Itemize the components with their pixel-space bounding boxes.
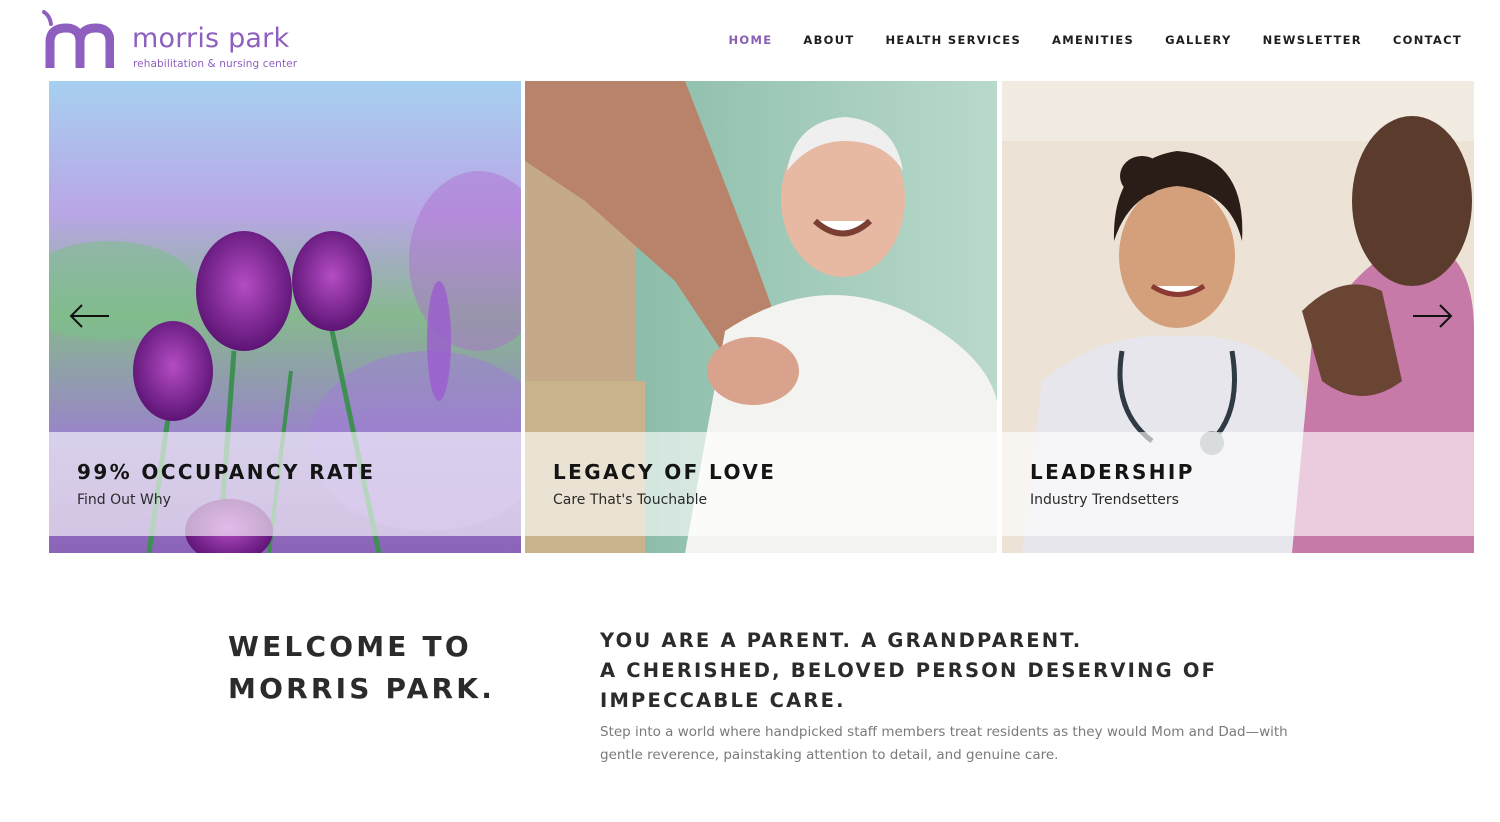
site-header: morris park rehabilitation & nursing cen… xyxy=(0,0,1500,80)
slide-leadership[interactable]: LEADERSHIP Industry Trendsetters xyxy=(1002,81,1474,553)
brand-name: morris park xyxy=(132,23,290,54)
nav-about[interactable]: ABOUT xyxy=(803,30,854,50)
tagline-line: IMPECCABLE CARE. xyxy=(600,689,846,712)
welcome-body: Step into a world where handpicked staff… xyxy=(600,724,1288,763)
nav-newsletter[interactable]: NEWSLETTER xyxy=(1263,30,1362,50)
arrow-left-icon[interactable] xyxy=(69,303,113,329)
slide-caption: LEGACY OF LOVE Care That's Touchable xyxy=(525,432,997,536)
slide-occupancy[interactable]: 99% OCCUPANCY RATE Find Out Why xyxy=(49,81,521,553)
slide-legacy[interactable]: LEGACY OF LOVE Care That's Touchable xyxy=(525,81,997,553)
nav-home[interactable]: HOME xyxy=(728,30,772,50)
slide-subtitle[interactable]: Industry Trendsetters xyxy=(1030,492,1179,508)
slide-title: 99% OCCUPANCY RATE xyxy=(77,460,376,484)
arrow-right-icon[interactable] xyxy=(1411,303,1455,329)
slide-caption: LEADERSHIP Industry Trendsetters xyxy=(1002,432,1474,536)
nav-amenities[interactable]: AMENITIES xyxy=(1052,30,1134,50)
tagline-line: YOU ARE A PARENT. A GRANDPARENT. xyxy=(600,629,1083,652)
slide-title: LEADERSHIP xyxy=(1030,460,1195,484)
slide-title: LEGACY OF LOVE xyxy=(553,460,777,484)
welcome-heading: WELCOME TO MORRIS PARK. xyxy=(228,626,558,710)
welcome-line: WELCOME TO xyxy=(228,630,472,663)
brand-tagline: rehabilitation & nursing center xyxy=(133,58,298,70)
tagline-line: A CHERISHED, BELOVED PERSON DESERVING OF xyxy=(600,659,1218,682)
slide-caption: 99% OCCUPANCY RATE Find Out Why xyxy=(49,432,521,536)
nav-contact[interactable]: CONTACT xyxy=(1393,30,1462,50)
nav-health-services[interactable]: HEALTH SERVICES xyxy=(886,30,1022,50)
slide-subtitle[interactable]: Care That's Touchable xyxy=(553,492,707,508)
welcome-tagline: YOU ARE A PARENT. A GRANDPARENT. A CHERI… xyxy=(600,626,1420,716)
slide-subtitle[interactable]: Find Out Why xyxy=(77,492,171,508)
logo-mark-icon xyxy=(42,10,114,68)
main-nav: HOME ABOUT HEALTH SERVICES AMENITIES GAL… xyxy=(697,30,1462,50)
logo[interactable]: morris park rehabilitation & nursing cen… xyxy=(42,10,302,72)
nav-gallery[interactable]: GALLERY xyxy=(1165,30,1232,50)
welcome-line: MORRIS PARK. xyxy=(228,672,496,705)
hero-slider: 99% OCCUPANCY RATE Find Out Why LEGACY O… xyxy=(49,81,1474,553)
